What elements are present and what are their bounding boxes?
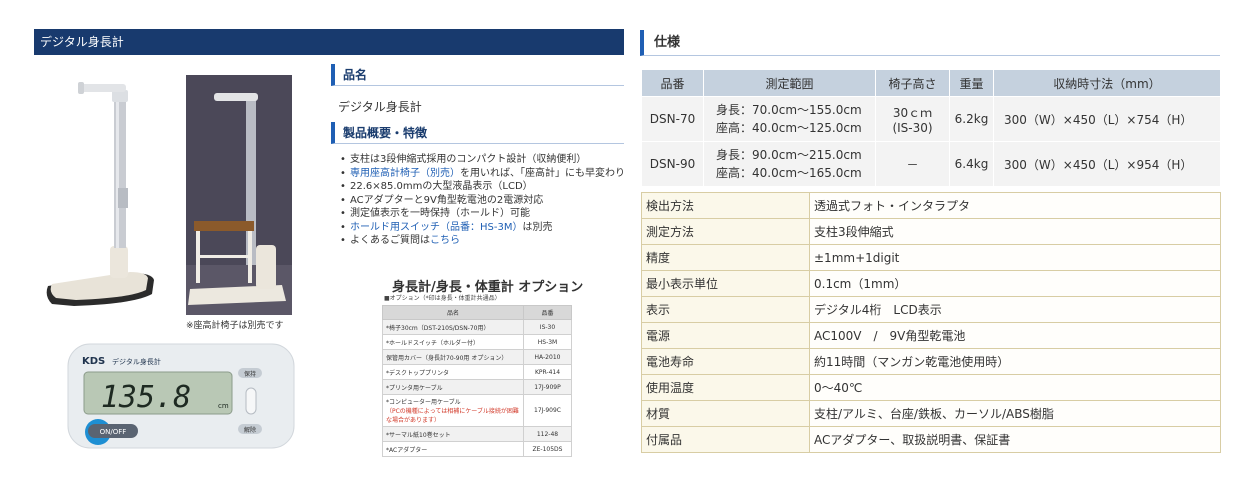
lcd-reading: 135.8 <box>101 380 191 415</box>
table-row: 保管用カバー（身長計70-90用 オプション） HA-2010 <box>382 349 572 365</box>
lcd-model: デジタル身長計 <box>112 357 161 366</box>
chair-link[interactable]: 専用座高計椅子（別売） <box>350 168 460 179</box>
product-name-heading: 品名 <box>331 64 624 86</box>
feature-item: ホールド用スイッチ（品番：HS-3M）は別売 <box>340 222 630 234</box>
table-row: *サーマル紙10巻セット 112-48 <box>382 426 572 442</box>
options-col-name: 品名 <box>382 305 524 320</box>
table-row: 電源 AC100V / 9V角型乾電池 <box>641 322 1221 349</box>
lcd-brand: KDS <box>82 356 105 367</box>
feature-item: ACアダプターと9V角型乾電池の2電源対応 <box>340 195 630 207</box>
feature-item: よくあるご質問はこちら <box>340 235 630 247</box>
options-subtitle: ■オプション（*印は身長・体重計共通品） <box>384 295 501 302</box>
options-table: 品名 品番 *椅子30cm（DST-210S/DSN-70用） IS-30 *ホー… <box>382 305 572 457</box>
feature-item: 支柱は3段伸縮式採用のコンパクト設計（収納便利） <box>340 154 630 166</box>
spec-heading: 仕様 <box>640 30 1220 56</box>
hold-switch-link[interactable]: ホールド用スイッチ（品番：HS-3M） <box>350 222 522 233</box>
table-row: 表示 デジタル4桁 LCD表示 <box>641 296 1221 323</box>
table-row: *コンピューター用ケーブル （PCの機種によっては相補にケーブル接続が困難な場合が… <box>382 394 572 427</box>
table-row: *ACアダプター ZE-105DS <box>382 441 572 457</box>
overview-heading: 製品概要・特徴 <box>331 122 624 144</box>
stadiometer-photo <box>34 68 174 313</box>
model-table: 品番 測定範囲 椅子高さ 重量 収納時寸法（mm） DSN-70 身長：70.0… <box>641 69 1221 187</box>
stadiometer-with-chair-photo <box>186 75 292 315</box>
col-range: 測定範囲 <box>703 69 876 97</box>
feature-item: 測定値表示を一時保持（ホールド）可能 <box>340 208 630 220</box>
lcd-release-label: 解除 <box>244 426 256 434</box>
chair-caption: ※座高計椅子は別売です <box>186 321 284 331</box>
feature-item: 22.6×85.0mmの大型液晶表示（LCD） <box>340 181 630 193</box>
table-row: *椅子30cm（DST-210S/DSN-70用） IS-30 <box>382 319 572 335</box>
col-dims: 収納時寸法（mm） <box>993 69 1221 97</box>
product-name: デジタル身長計 <box>338 100 422 114</box>
lcd-unit: cm <box>218 402 229 410</box>
table-row: *ホールドスイッチ（ホルダー付） HS-3M <box>382 334 572 350</box>
table-row: 測定方法 支柱3段伸縮式 <box>641 218 1221 245</box>
col-chair: 椅子高さ <box>875 69 950 97</box>
faq-link[interactable]: こちら <box>430 235 460 246</box>
table-row: 検出方法 透過式フォト・インタラプタ <box>641 192 1221 219</box>
lcd-hold-label: 保持 <box>244 370 256 378</box>
table-row: 最小表示単位 0.1cm（1mm） <box>641 270 1221 297</box>
cable-note: （PCの機種によっては相補にケーブル接続が困難な場合があります） <box>386 408 519 424</box>
options-col-code: 品番 <box>523 305 572 320</box>
table-row: 電池寿命 約11時間（マンガン乾電池使用時） <box>641 348 1221 375</box>
col-weight: 重量 <box>949 69 994 97</box>
table-row: DSN-70 身長：70.0cm～155.0cm 座高：40.0cm～125.0c… <box>641 96 1221 142</box>
feature-item: 専用座高計椅子（別売）を用いれば、「座高計」にも早変わり <box>340 168 630 180</box>
power-button-label: ON/OFF <box>100 428 127 436</box>
lcd-display-photo: KDS デジタル身長計 135.8 cm 保持 解除 ON/OFF <box>34 340 296 450</box>
spec-detail-table: 検出方法 透過式フォト・インタラプタ 測定方法 支柱3段伸縮式 精度 ±1mm+1di… <box>641 192 1221 453</box>
table-row: *プリンタ用ケーブル 17J-909P <box>382 379 572 395</box>
product-title-bar: デジタル身長計 <box>34 29 624 55</box>
table-row: 付属品 ACアダプター、取扱説明書、保証書 <box>641 426 1221 453</box>
table-row: 材質 支柱/アルミ、台座/鉄板、カーソル/ABS樹脂 <box>641 400 1221 427</box>
table-row: 使用温度 0～40℃ <box>641 374 1221 401</box>
table-row: DSN-90 身長：90.0cm～215.0cm 座高：40.0cm～165.0c… <box>641 141 1221 187</box>
col-code: 品番 <box>641 69 704 97</box>
table-row: 精度 ±1mm+1digit <box>641 244 1221 271</box>
feature-list: 支柱は3段伸縮式採用のコンパクト設計（収納便利） 専用座高計椅子（別売）を用いれ… <box>340 154 630 249</box>
table-row: *デスクトッププリンタ KPR-414 <box>382 364 572 380</box>
